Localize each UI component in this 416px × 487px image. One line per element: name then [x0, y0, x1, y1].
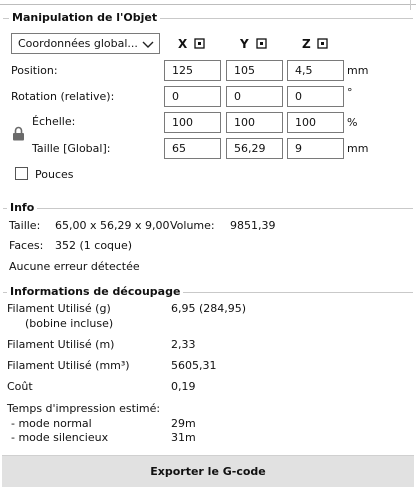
silent-mode-label: - mode silencieux [11, 431, 109, 444]
filament-g-sublabel: (bobine incluse) [25, 317, 114, 330]
position-label: Position: [11, 64, 58, 77]
axis-z-lock-icon[interactable] [317, 38, 328, 49]
position-x-value: 125 [172, 64, 193, 77]
rotation-x-value: 0 [172, 90, 179, 103]
scale-z-value: 100 [295, 116, 316, 129]
inches-checkbox[interactable] [15, 167, 28, 180]
scale-label: Échelle: [32, 115, 76, 128]
rotation-y-value: 0 [234, 90, 241, 103]
size-y-value: 56,29 [234, 142, 266, 155]
info-size-value: 65,00 x 56,29 x 9,00 [55, 219, 170, 232]
coordinates-select-value: Coordonnées global... [18, 37, 138, 50]
info-size-label: Taille: [9, 219, 41, 232]
filament-g-label: Filament Utilisé (g) [7, 302, 111, 315]
position-x-input[interactable]: 125 [164, 60, 221, 81]
normal-mode-label: - mode normal [11, 417, 92, 430]
scale-z-input[interactable]: 100 [287, 112, 344, 133]
rotation-z-value: 0 [295, 90, 302, 103]
info-faces-value: 352 (1 coque) [55, 239, 133, 252]
axis-x-label: X [178, 37, 188, 51]
axis-z-label: Z [302, 37, 311, 51]
position-y-input[interactable]: 105 [226, 60, 283, 81]
info-faces-label: Faces: [9, 239, 44, 252]
scale-y-value: 100 [234, 116, 255, 129]
position-unit: mm [347, 64, 369, 77]
position-y-value: 105 [234, 64, 255, 77]
rotation-y-input[interactable]: 0 [226, 86, 283, 107]
filament-mm3-label: Filament Utilisé (mm³) [7, 359, 130, 372]
filament-mm3-value: 5605,31 [171, 359, 217, 372]
axis-x-lock-icon[interactable] [194, 38, 205, 49]
cost-value: 0,19 [171, 380, 196, 393]
axis-y-lock-icon[interactable] [256, 38, 267, 49]
top-border [0, 0, 416, 5]
slicing-info-title: Informations de découpage [7, 285, 184, 298]
size-unit: mm [347, 142, 369, 155]
filament-m-label: Filament Utilisé (m) [7, 338, 115, 351]
rotation-unit: ° [347, 86, 353, 99]
cost-label: Coût [7, 380, 33, 393]
scale-x-input[interactable]: 100 [164, 112, 221, 133]
rotation-x-input[interactable]: 0 [164, 86, 221, 107]
silent-mode-value: 31m [171, 431, 196, 444]
export-gcode-label: Exporter le G-code [150, 465, 266, 478]
scale-x-value: 100 [172, 116, 193, 129]
top-right-border [410, 0, 411, 10]
object-manipulation-title: Manipulation de l'Objet [9, 11, 161, 24]
scale-y-input[interactable]: 100 [226, 112, 283, 133]
rotation-z-input[interactable]: 0 [287, 86, 344, 107]
export-gcode-button[interactable]: Exporter le G-code [2, 455, 414, 487]
coordinates-select[interactable]: Coordonnées global... [11, 33, 160, 54]
size-z-input[interactable]: 9 [287, 138, 344, 159]
size-x-value: 65 [172, 142, 186, 155]
info-volume-value: 9851,39 [230, 219, 276, 232]
position-z-input[interactable]: 4,5 [287, 60, 344, 81]
size-x-input[interactable]: 65 [164, 138, 221, 159]
inches-label: Pouces [35, 168, 74, 181]
filament-g-value: 6,95 (284,95) [171, 302, 247, 315]
size-y-input[interactable]: 56,29 [226, 138, 283, 159]
info-title: Info [7, 201, 38, 214]
info-errors: Aucune erreur détectée [9, 260, 140, 273]
size-z-value: 9 [295, 142, 302, 155]
axis-y-label: Y [240, 37, 249, 51]
lock-icon[interactable] [12, 126, 25, 141]
chevron-down-icon [142, 41, 154, 48]
normal-mode-value: 29m [171, 417, 196, 430]
position-z-value: 4,5 [295, 64, 313, 77]
info-volume-label: Volume: [170, 219, 215, 232]
rotation-label: Rotation (relative): [11, 90, 115, 103]
scale-unit: % [347, 116, 358, 129]
filament-m-value: 2,33 [171, 338, 196, 351]
size-label: Taille [Global]: [32, 142, 111, 155]
print-time-label: Temps d'impression estimé: [7, 402, 161, 415]
